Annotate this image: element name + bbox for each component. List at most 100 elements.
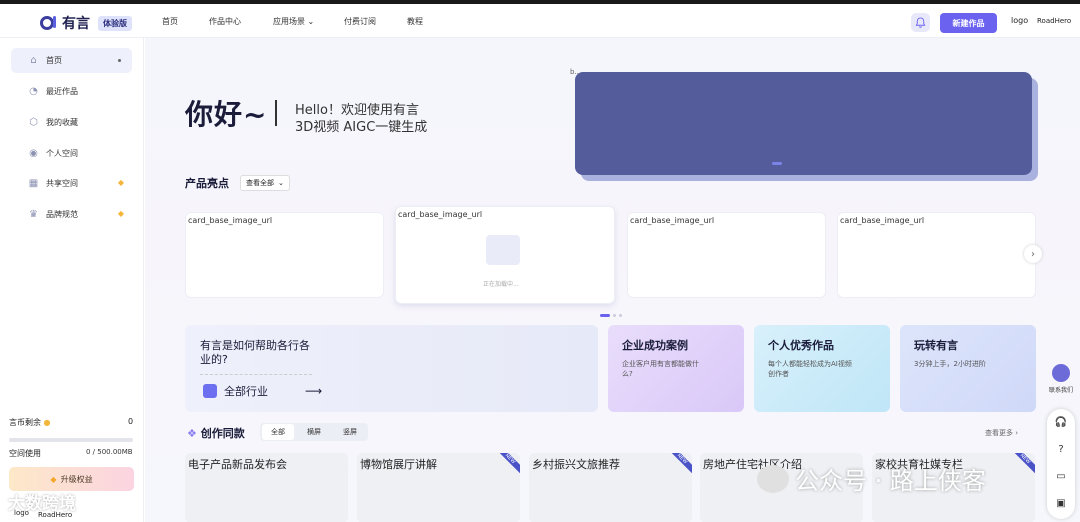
sidebar-item-brand[interactable]: ♛ 品牌规范 ◆ xyxy=(11,202,132,227)
chat-icon[interactable]: ▭ xyxy=(1047,463,1075,490)
view-more-label: 查看更多 xyxy=(985,429,1013,437)
user-avatar[interactable]: logo xyxy=(1011,16,1028,25)
pager-dot-active[interactable] xyxy=(600,314,610,317)
new-ribbon-text: NEW xyxy=(498,453,520,474)
feature-title: 玩转有言 xyxy=(914,339,958,352)
divider xyxy=(275,100,277,126)
all-industries-label: 全部行业 xyxy=(224,385,268,398)
help-title: 有言是如何帮助各行各业的? xyxy=(200,339,310,366)
highlights-title: 产品亮点 xyxy=(185,177,229,190)
notification-button[interactable] xyxy=(911,13,930,32)
diamond-icon: ◆ xyxy=(50,474,57,484)
orientation-tabs: 全部 横屏 竖屏 xyxy=(260,423,368,441)
new-ribbon: NEW xyxy=(670,453,692,475)
sidebar-item-label: 我的收藏 xyxy=(46,118,78,127)
qrcode-icon[interactable]: ▣ xyxy=(1047,490,1075,517)
template-title: 乡村振兴文旅推荐 xyxy=(532,458,620,471)
industry-help-card[interactable]: 有言是如何帮助各行各业的? 全部行业 ⟶ xyxy=(185,325,598,412)
headset-icon[interactable]: 🎧 xyxy=(1047,409,1075,436)
new-ribbon-text: NEW xyxy=(1013,453,1035,474)
nav-scenes[interactable]: 应用场景 ⌄ xyxy=(273,16,314,27)
feature-desc: 企业客户用有言都能做什么? xyxy=(622,360,699,378)
sidebar-item-recent[interactable]: ◔ 最近作品 xyxy=(11,79,132,104)
feature-title: 企业成功案例 xyxy=(622,339,688,352)
logo-text: 有言 xyxy=(62,16,90,32)
sidebar-item-favorites[interactable]: ⬡ 我的收藏 xyxy=(11,110,132,135)
sidebar-item-label: 个人空间 xyxy=(46,149,78,158)
highlight-card[interactable]: card_base_image_url xyxy=(837,212,1036,298)
upgrade-label: 升级权益 xyxy=(60,474,93,484)
coin-label-text: 言币剩余 xyxy=(9,418,41,427)
nav-scenes-label: 应用场景 xyxy=(273,17,305,26)
dropdown-label: 查看全部 xyxy=(246,179,274,187)
coin-value: 0 xyxy=(128,417,134,426)
new-ribbon-text: NEW xyxy=(670,453,692,474)
highlight-card[interactable]: card_base_image_url 正在加载中... xyxy=(395,206,615,304)
home-icon: ⌂ xyxy=(30,55,37,66)
contact-label: 联系我们 xyxy=(1048,387,1073,394)
clock-icon: ◔ xyxy=(29,86,38,97)
tab-all[interactable]: 全部 xyxy=(262,424,294,440)
hero-banner[interactable] xyxy=(575,72,1032,175)
highlight-card[interactable]: card_base_image_url xyxy=(185,212,384,298)
template-card[interactable]: 乡村振兴文旅推荐 NEW xyxy=(529,453,692,522)
sidebar-item-label: 品牌规范 xyxy=(46,210,78,219)
app-logo[interactable]: 有言 体验版 xyxy=(40,13,132,33)
active-dot xyxy=(118,59,121,62)
tab-landscape[interactable]: 横屏 xyxy=(298,424,330,440)
version-badge: 体验版 xyxy=(98,15,132,31)
highlight-card[interactable]: card_base_image_url xyxy=(627,212,826,298)
chevron-right-icon: › xyxy=(1031,248,1035,260)
crown-icon: ♛ xyxy=(29,209,38,220)
chevron-down-icon: ⌄ xyxy=(278,179,284,187)
tab-portrait[interactable]: 竖屏 xyxy=(334,424,366,440)
nav-home[interactable]: 首页 xyxy=(162,16,178,27)
template-card[interactable]: 博物馆展厅讲解 NEW xyxy=(357,453,520,522)
bell-icon xyxy=(915,17,926,28)
feature-desc: 每个人都能轻松成为AI视频创作者 xyxy=(768,360,852,378)
image-icon xyxy=(486,235,520,265)
username[interactable]: RoadHero xyxy=(1037,17,1071,25)
new-ribbon: NEW xyxy=(1013,453,1035,475)
coin-icon: ● xyxy=(43,418,51,427)
new-work-button[interactable]: 新建作品 xyxy=(940,13,997,33)
contact-us-button[interactable]: 联系我们 xyxy=(1044,364,1078,404)
feature-card-tutorial[interactable]: 玩转有言 3分钟上手，2小时进阶 xyxy=(900,325,1036,412)
wechat-icon xyxy=(757,464,789,493)
help-icon[interactable]: ? xyxy=(1047,436,1075,463)
feature-card-personal[interactable]: 个人优秀作品 每个人都能轻松成为AI视频创作者 xyxy=(754,325,890,412)
greeting: 你好~ xyxy=(185,98,268,131)
arrow-right-icon: ⟶ xyxy=(305,384,323,398)
pager-dot[interactable] xyxy=(619,314,622,317)
diamond-icon: ◆ xyxy=(117,178,124,187)
assistant-avatar-icon xyxy=(1052,364,1070,382)
sidebar-item-label: 共享空间 xyxy=(46,179,78,188)
sidebar-item-label: 首页 xyxy=(46,56,62,65)
view-all-dropdown[interactable]: 查看全部 ⌄ xyxy=(240,175,290,191)
nav-works[interactable]: 作品中心 xyxy=(209,16,241,27)
new-ribbon: NEW xyxy=(498,453,520,475)
coin-label: 言币剩余 ● xyxy=(9,417,51,428)
banner-pager-dot[interactable] xyxy=(772,162,782,165)
watermark-right: 公众号 · 路上侠客 xyxy=(757,461,986,496)
view-more-link[interactable]: 查看更多 › xyxy=(985,428,1018,438)
top-bar: 有言 体验版 首页 作品中心 应用场景 ⌄ 付费订阅 教程 新建作品 logo … xyxy=(0,4,1080,38)
feature-card-enterprise[interactable]: 企业成功案例 企业客户用有言都能做什么? xyxy=(608,325,744,412)
pager-dot[interactable] xyxy=(613,314,616,317)
nav-tutorial[interactable]: 教程 xyxy=(407,16,423,27)
carousel-next-button[interactable]: › xyxy=(1024,245,1042,263)
template-title: 电子产品新品发布会 xyxy=(188,458,287,471)
loading-text: 正在加载中... xyxy=(483,281,519,288)
main-content: 你好~ Hello！欢迎使用有言 3D视频 AIGC一键生成 b... 产品亮点… xyxy=(145,38,1080,522)
upgrade-button[interactable]: ◆ 升级权益 xyxy=(9,467,134,491)
template-card[interactable]: 电子产品新品发布会 xyxy=(185,453,348,522)
banner-label: b... xyxy=(570,68,582,76)
all-industries-link[interactable]: 全部行业 ⟶ xyxy=(203,383,322,399)
sidebar-item-home[interactable]: ⌂ 首页 xyxy=(11,48,132,73)
create-title: ❖ 创作同款 xyxy=(187,425,245,441)
sidebar-item-shared[interactable]: ▦ 共享空间 ◆ xyxy=(11,171,132,196)
nav-subscription[interactable]: 付费订阅 xyxy=(344,16,376,27)
sidebar-item-personal[interactable]: ◉ 个人空间 xyxy=(11,141,132,166)
space-value: 0 / 500.00MB xyxy=(86,448,133,456)
diamond-icon: ◆ xyxy=(117,209,124,218)
